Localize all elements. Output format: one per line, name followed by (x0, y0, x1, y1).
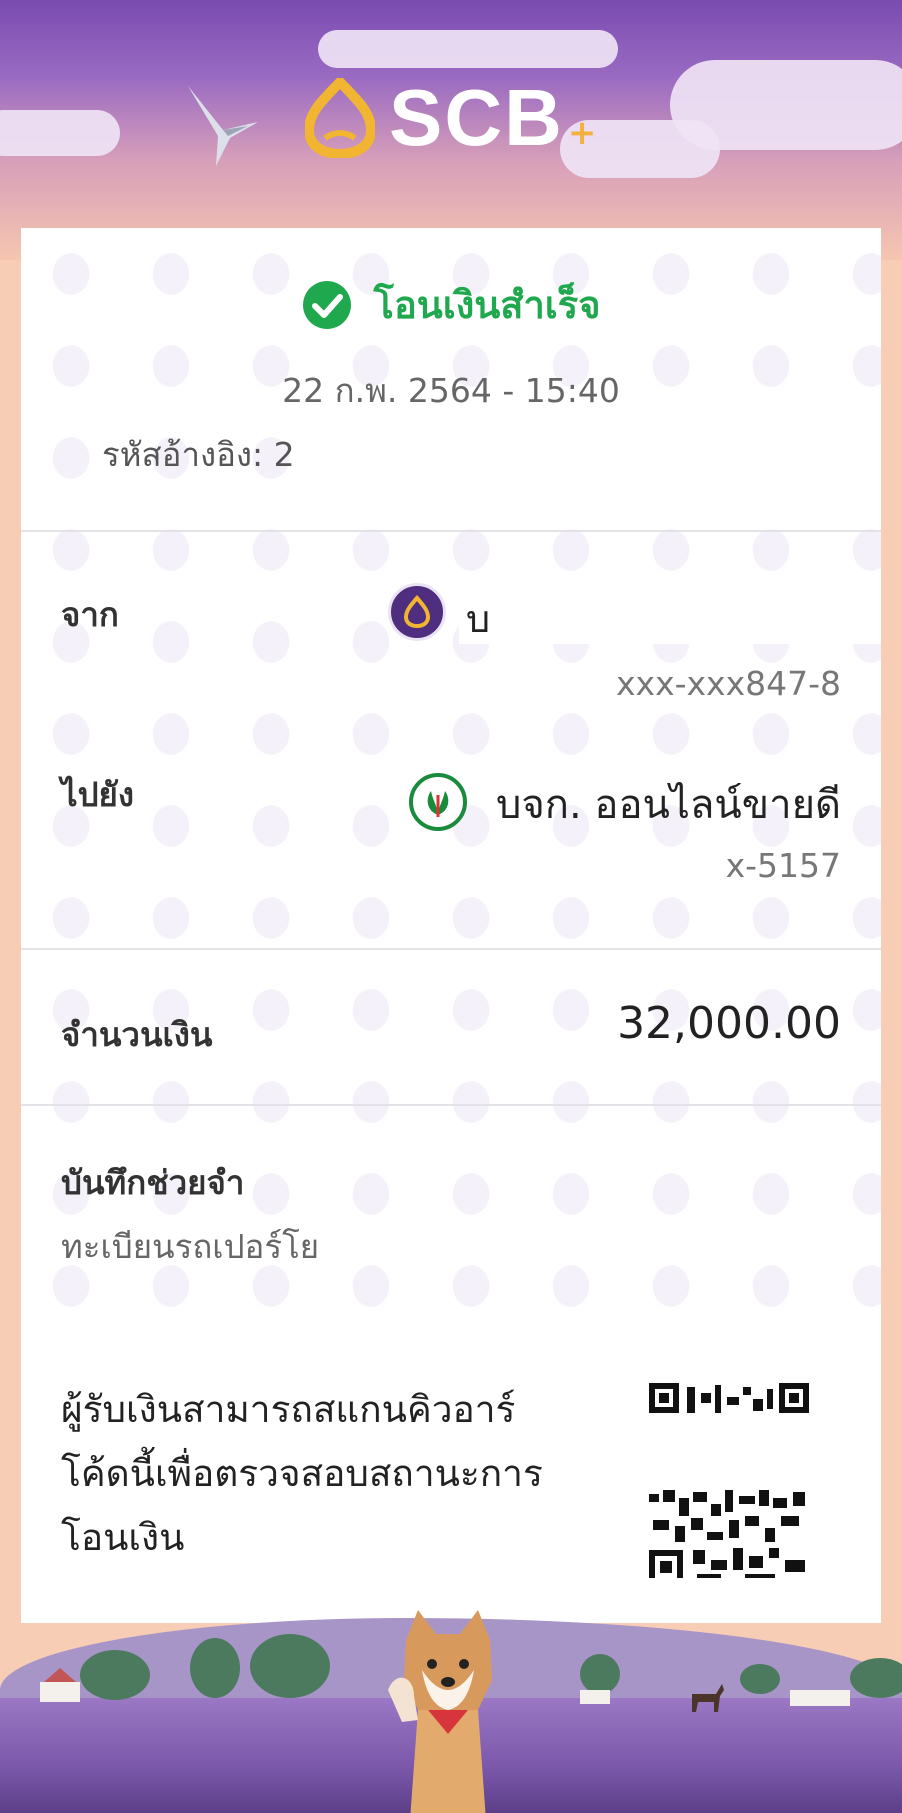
cloud (318, 30, 618, 68)
amount-label: จำนวนเงิน (61, 1015, 213, 1054)
reference-redaction (311, 420, 881, 480)
amount-value: 32,000.00 (617, 998, 841, 1049)
tree (190, 1638, 240, 1698)
qr-description: ผู้รับเงินสามารถสแกนคิวอาร์โค้ดนี้เพื่อต… (61, 1388, 543, 1559)
reference-label: รหัสอ้างอิง: 2 (102, 435, 295, 474)
house (40, 1682, 80, 1702)
house (580, 1690, 610, 1704)
to-name: บจก. ออนไลน์ขายดี (495, 782, 841, 828)
from-name-redaction (459, 580, 881, 644)
horse-icon (692, 1684, 724, 1712)
to-label: ไปยัง (61, 775, 134, 814)
scb-bank-icon (388, 583, 446, 641)
tree (740, 1664, 780, 1694)
memo-value: ทะเบียนรถเปอร์โย (61, 1227, 320, 1266)
cloud (670, 60, 902, 150)
from-name: บ (466, 597, 491, 641)
scb-logo-icon (305, 78, 375, 158)
memo-label: บันทึกช่วยจำ (61, 1163, 245, 1202)
to-account: x-5157 (725, 846, 841, 885)
footer-illustration (0, 1598, 902, 1813)
divider (21, 530, 881, 532)
check-circle-icon (302, 280, 351, 329)
tree (580, 1654, 620, 1694)
shiba-dog-icon (388, 1610, 492, 1813)
qr-code-icon[interactable] (649, 1490, 809, 1586)
qr-code-icon[interactable] (649, 1383, 809, 1419)
divider (21, 1104, 881, 1106)
brand-plus: + (567, 113, 597, 153)
brand-text: SCB (389, 73, 564, 162)
kbank-icon (409, 773, 467, 831)
tree (250, 1634, 330, 1698)
scb-logo: SCB + (305, 72, 596, 164)
receipt-card: โอนเงินสำเร็จ 22 ก.พ. 2564 - 15:40 รหัสอ… (21, 228, 881, 1623)
status-row: โอนเงินสำเร็จ (21, 274, 881, 335)
roof (44, 1668, 76, 1682)
status-title: โอนเงินสำเร็จ (373, 283, 601, 327)
header-background: SCB + (0, 0, 902, 260)
tree (850, 1658, 902, 1698)
bird-icon (188, 86, 258, 166)
cloud (0, 110, 120, 156)
tree (80, 1650, 150, 1700)
house (790, 1690, 850, 1706)
divider (21, 948, 881, 950)
transaction-datetime: 22 ก.พ. 2564 - 15:40 (282, 371, 620, 410)
from-account: xxx-xxx847-8 (616, 664, 841, 703)
from-label: จาก (61, 595, 119, 634)
